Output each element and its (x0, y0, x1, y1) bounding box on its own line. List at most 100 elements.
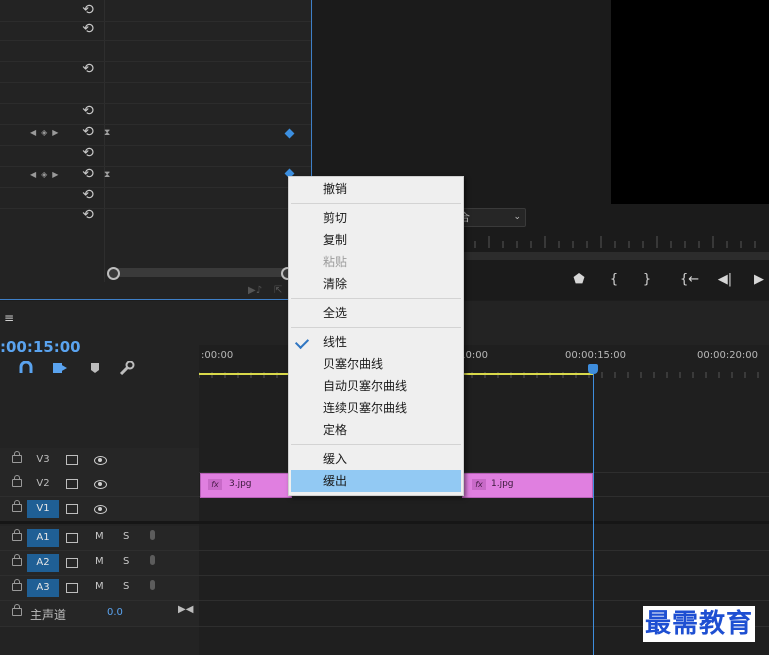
track-header: A1 M S (0, 526, 199, 550)
menu-item-paste[interactable]: 粘贴 (289, 251, 463, 273)
menu-item-cut[interactable]: 剪切 (289, 207, 463, 229)
step-back-icon[interactable]: ◀| (716, 272, 734, 287)
reset-icon[interactable]: ⟲ (81, 188, 95, 202)
reset-icon[interactable]: ⟲ (81, 208, 95, 222)
add-marker-icon[interactable] (88, 361, 104, 375)
film-icon[interactable] (66, 558, 78, 568)
reset-icon[interactable]: ⟲ (81, 3, 95, 17)
track-name[interactable]: V2 (27, 475, 59, 493)
menu-item-ease-in[interactable]: 缓入 (289, 448, 463, 470)
track-header: A2 M S (0, 551, 199, 575)
film-icon[interactable] (66, 479, 78, 489)
property-row: ⟲ (0, 103, 311, 125)
reset-icon[interactable]: ⟲ (81, 125, 95, 139)
linked-selection-icon[interactable] (52, 361, 68, 375)
audio-icon: ▶♪ (248, 285, 263, 296)
keyframe-navigator-icon[interactable]: ◀◈▶ (30, 128, 63, 137)
solo-button[interactable]: S (123, 556, 129, 567)
reset-icon[interactable]: ⟲ (81, 62, 95, 76)
menu-item-label: 缓入 (323, 452, 348, 466)
lock-icon[interactable] (12, 554, 22, 566)
go-to-in-icon[interactable]: {← (680, 272, 699, 287)
master-volume-value[interactable]: 0.0 (107, 607, 123, 618)
mute-button[interactable]: M (95, 581, 104, 592)
menu-item-label: 连续贝塞尔曲线 (323, 401, 408, 415)
property-row (0, 40, 311, 62)
film-icon[interactable] (66, 533, 78, 543)
fx-badge[interactable]: fx (472, 479, 486, 490)
microphone-icon[interactable] (150, 530, 155, 540)
film-icon[interactable] (66, 504, 78, 514)
film-icon[interactable] (66, 455, 78, 465)
eye-icon[interactable] (94, 480, 107, 489)
menu-item-continuous-bezier[interactable]: 连续贝塞尔曲线 (289, 397, 463, 419)
menu-separator (291, 203, 461, 204)
lock-icon[interactable] (12, 529, 22, 541)
menu-item-label: 粘贴 (323, 255, 348, 269)
panel-menu-icon[interactable]: ≡ (4, 311, 14, 325)
keyframe-diamond-icon[interactable] (284, 128, 295, 139)
ruler-label: :00:00 (201, 350, 234, 361)
solo-button[interactable]: S (123, 581, 129, 592)
mute-button[interactable]: M (95, 531, 104, 542)
track-name[interactable]: A3 (27, 579, 59, 597)
keyframe-navigator-icon[interactable]: ◀◈▶ (30, 170, 63, 179)
menu-item-linear[interactable]: 线性 (289, 331, 463, 353)
track-name[interactable]: V3 (27, 451, 59, 469)
keyframe-context-menu: 撤销 剪切 复制 粘贴 清除 全选 线性 贝塞尔曲线 自动贝塞尔曲线 连续贝塞尔… (288, 176, 464, 496)
panel-focus-border (0, 299, 312, 300)
reset-icon[interactable]: ⟲ (81, 22, 95, 36)
fx-badge[interactable]: fx (208, 479, 222, 490)
microphone-icon[interactable] (150, 580, 155, 590)
menu-separator (291, 298, 461, 299)
menu-item-undo[interactable]: 撤销 (289, 178, 463, 200)
menu-item-copy[interactable]: 复制 (289, 229, 463, 251)
track-name[interactable]: A2 (27, 554, 59, 572)
reset-icon[interactable]: ⟲ (81, 104, 95, 118)
menu-item-select-all[interactable]: 全选 (289, 302, 463, 324)
wrench-icon[interactable] (119, 361, 135, 375)
playhead-handle[interactable] (588, 364, 598, 374)
lock-icon[interactable] (12, 475, 22, 487)
fit-select[interactable]: 合 ⌄ (456, 208, 526, 227)
clip-1jpg[interactable]: fx 1.jpg (462, 473, 593, 498)
menu-item-ease-out[interactable]: 缓出 (291, 470, 461, 492)
reset-icon[interactable]: ⟲ (81, 146, 95, 160)
microphone-icon[interactable] (150, 555, 155, 565)
go-to-end-icon[interactable]: ▶◀ (178, 604, 193, 615)
lock-icon[interactable] (12, 500, 22, 512)
snap-magnet-icon[interactable] (18, 361, 34, 375)
lock-icon[interactable] (12, 451, 22, 463)
ruler-label: 00:00:20:00 (697, 350, 759, 361)
add-marker-icon[interactable]: ⬟ (570, 272, 588, 287)
eye-icon[interactable] (94, 505, 107, 514)
effect-timeline-scrollbar[interactable] (107, 267, 294, 280)
menu-item-clear[interactable]: 清除 (289, 273, 463, 295)
reset-icon[interactable]: ⟲ (81, 167, 95, 181)
track-name[interactable]: V1 (27, 500, 59, 518)
track-name[interactable]: A1 (27, 529, 59, 547)
mark-out-icon[interactable]: } (638, 272, 656, 287)
track-v1: V1 (0, 497, 769, 524)
mark-in-icon[interactable]: { (605, 272, 623, 287)
solo-button[interactable]: S (123, 531, 129, 542)
property-row (0, 82, 311, 104)
playhead-line (593, 368, 594, 655)
film-icon[interactable] (66, 583, 78, 593)
menu-item-auto-bezier[interactable]: 自动贝塞尔曲线 (289, 375, 463, 397)
menu-item-bezier[interactable]: 贝塞尔曲线 (289, 353, 463, 375)
track-header: V1 (0, 497, 199, 521)
scroll-start-handle[interactable] (107, 267, 120, 280)
clip-3jpg[interactable]: fx 3.jpg (200, 473, 292, 498)
eye-icon[interactable] (94, 456, 107, 465)
menu-item-label: 剪切 (323, 211, 348, 225)
menu-item-label: 自动贝塞尔曲线 (323, 379, 408, 393)
timecode-display[interactable]: :00:15:00 (0, 338, 81, 356)
mute-button[interactable]: M (95, 556, 104, 567)
lock-icon[interactable] (12, 604, 22, 616)
menu-item-hold[interactable]: 定格 (289, 419, 463, 441)
play-icon[interactable]: ▶ (750, 272, 768, 287)
track-a3: A3 M S (0, 576, 769, 601)
menu-item-label: 清除 (323, 277, 348, 291)
lock-icon[interactable] (12, 579, 22, 591)
